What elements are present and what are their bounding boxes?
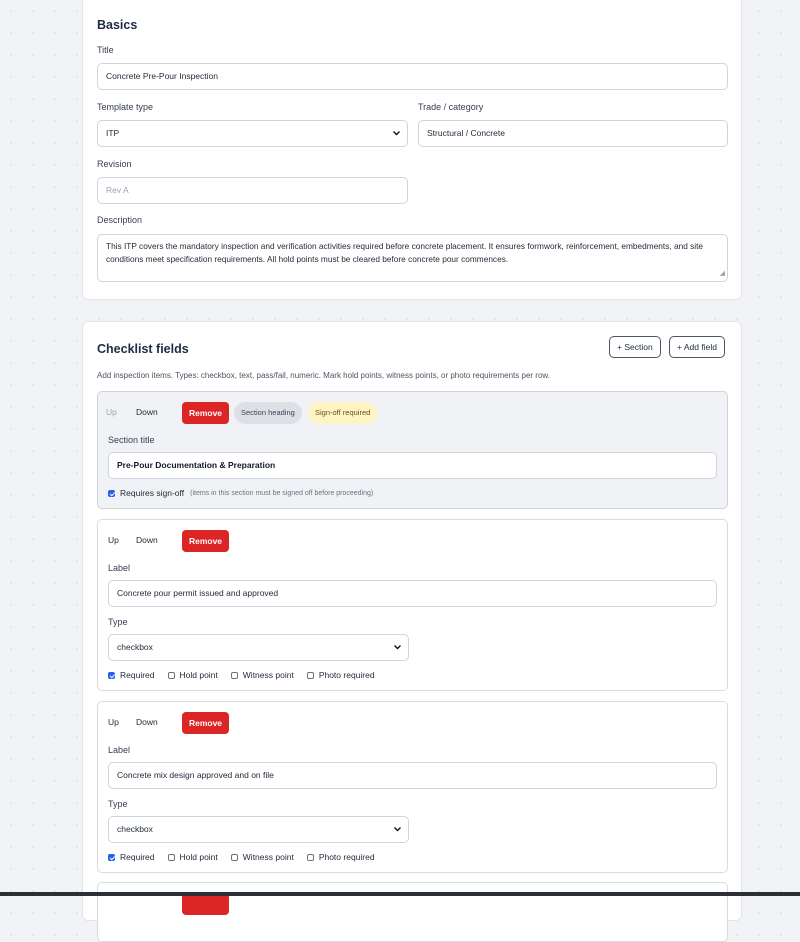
add-section-button[interactable]: + Section: [609, 336, 661, 358]
template-type-value: ITP: [106, 128, 120, 138]
title-input-value: Concrete Pre-Pour Inspection: [106, 71, 218, 81]
field-label-input[interactable]: Concrete pour permit issued and approved: [108, 580, 717, 607]
field-label-caption: Label: [108, 563, 131, 573]
revision-placeholder: Rev A: [106, 185, 129, 195]
requires-signoff-row: Requires sign-off (items in this section…: [108, 488, 373, 498]
move-down-button[interactable]: Down: [136, 530, 158, 550]
witness-point-label: Witness point: [242, 670, 294, 680]
field-label-value: Concrete mix design approved and on file: [117, 770, 274, 780]
bottom-edge: [0, 892, 800, 896]
trade-input[interactable]: Structural / Concrete: [418, 120, 728, 147]
field-block: Up Down Remove Label Concrete mix design…: [97, 701, 728, 873]
photo-required-checkbox[interactable]: [306, 853, 314, 861]
section-heading-badge: Section heading: [234, 402, 302, 424]
hold-point-label: Hold point: [179, 852, 218, 862]
section-title-label: Section title: [108, 435, 155, 445]
witness-point-label: Witness point: [242, 852, 294, 862]
trade-label: Trade / category: [418, 102, 484, 112]
requires-signoff-note: (items in this section must be signed of…: [190, 489, 374, 497]
section-block: Up Down Remove Section heading Sign-off …: [97, 391, 728, 509]
field-type-caption: Type: [108, 617, 128, 627]
template-type-label: Template type: [97, 102, 154, 112]
description-label: Description: [97, 215, 143, 225]
hold-point-checkbox[interactable]: [167, 853, 175, 861]
section-title-input[interactable]: Pre-Pour Documentation & Preparation: [108, 452, 717, 479]
field-options-row: Required Hold point Witness point Photo …: [108, 670, 388, 680]
photo-required-label: Photo required: [318, 670, 375, 680]
hold-point-label: Hold point: [179, 670, 218, 680]
chevron-down-icon: [393, 635, 402, 660]
remove-button[interactable]: Remove: [182, 712, 229, 734]
required-checkbox[interactable]: [108, 853, 115, 861]
photo-required-checkbox[interactable]: [306, 671, 314, 679]
required-label: Required: [120, 670, 155, 680]
signoff-required-badge: Sign-off required: [308, 402, 378, 424]
hold-point-checkbox[interactable]: [167, 671, 175, 679]
field-type-select[interactable]: checkbox: [108, 816, 409, 843]
move-up-button[interactable]: Up: [106, 402, 117, 422]
photo-required-label: Photo required: [318, 852, 375, 862]
requires-signoff-checkbox[interactable]: [108, 489, 115, 497]
move-up-button[interactable]: Up: [108, 712, 119, 732]
resize-handle-icon[interactable]: ◢: [720, 268, 725, 281]
chevron-down-icon: [392, 121, 401, 146]
required-label: Required: [120, 852, 155, 862]
field-type-value: checkbox: [117, 642, 153, 652]
field-label-caption: Label: [108, 745, 131, 755]
remove-button[interactable]: Remove: [182, 402, 229, 424]
add-field-button[interactable]: + Add field: [669, 336, 725, 358]
requires-signoff-label: Requires sign-off: [120, 488, 185, 498]
revision-input[interactable]: Rev A: [97, 177, 408, 204]
section-title-value: Pre-Pour Documentation & Preparation: [117, 460, 276, 470]
field-type-value: checkbox: [117, 824, 153, 834]
template-type-select[interactable]: ITP: [97, 120, 408, 147]
description-textarea[interactable]: This ITP covers the mandatory inspection…: [97, 234, 728, 282]
title-input[interactable]: Concrete Pre-Pour Inspection: [97, 63, 728, 90]
title-label: Title: [97, 45, 114, 55]
move-down-button[interactable]: Down: [136, 402, 158, 422]
checklist-card: Checklist fields + Section + Add field A…: [82, 321, 742, 942]
field-block: [97, 882, 728, 942]
basics-heading: Basics: [97, 18, 138, 32]
chevron-down-icon: [393, 817, 402, 842]
witness-point-checkbox[interactable]: [230, 853, 238, 861]
field-block: Up Down Remove Label Concrete pour permi…: [97, 519, 728, 691]
field-type-caption: Type: [108, 799, 128, 809]
revision-label: Revision: [97, 159, 132, 169]
required-checkbox[interactable]: [108, 671, 115, 679]
move-down-button[interactable]: Down: [136, 712, 158, 732]
witness-point-checkbox[interactable]: [230, 671, 238, 679]
field-label-value: Concrete pour permit issued and approved: [117, 588, 279, 598]
field-label-input[interactable]: Concrete mix design approved and on file: [108, 762, 717, 789]
remove-button[interactable]: [182, 893, 229, 915]
checklist-hint: Add inspection items. Types: checkbox, t…: [97, 371, 550, 380]
trade-input-value: Structural / Concrete: [427, 128, 505, 138]
remove-button[interactable]: Remove: [182, 530, 229, 552]
basics-card: Basics Title Concrete Pre-Pour Inspectio…: [82, 0, 742, 300]
description-value: This ITP covers the mandatory inspection…: [106, 241, 704, 264]
checklist-heading: Checklist fields: [97, 342, 189, 356]
field-type-select[interactable]: checkbox: [108, 634, 409, 661]
move-up-button[interactable]: Up: [108, 530, 119, 550]
field-options-row: Required Hold point Witness point Photo …: [108, 852, 388, 862]
